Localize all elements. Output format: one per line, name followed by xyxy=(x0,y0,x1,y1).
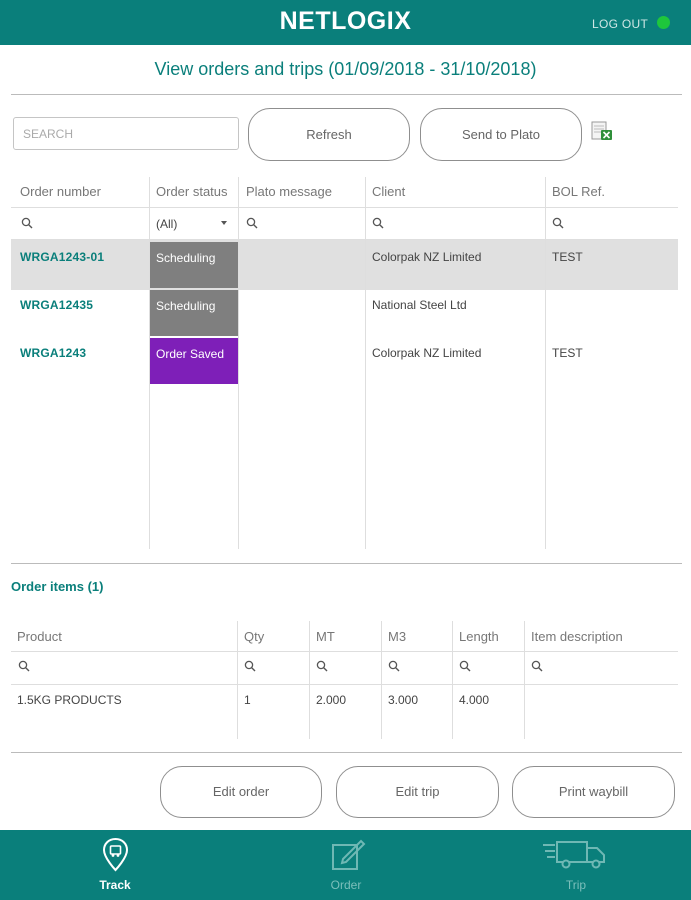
page-title: View orders and trips (01/09/2018 - 31/1… xyxy=(154,59,537,79)
column-header-order-status[interactable]: Order status xyxy=(156,184,228,199)
column-header-length[interactable]: Length xyxy=(459,629,499,644)
search-icon[interactable] xyxy=(388,660,400,672)
client-cell: Colorpak NZ Limited xyxy=(372,250,482,264)
column-divider xyxy=(309,621,310,739)
edit-icon xyxy=(332,839,366,870)
status-badge: Scheduling xyxy=(150,242,238,288)
column-header-product[interactable]: Product xyxy=(17,629,62,644)
nav-item-order[interactable]: Order xyxy=(286,830,406,900)
status-badge: Order Saved xyxy=(150,338,238,384)
bol-ref-cell: TEST xyxy=(552,250,583,264)
nav-item-trip[interactable]: Trip xyxy=(516,830,636,900)
order-number-cell[interactable]: WRGA1243 xyxy=(20,346,86,360)
length-cell: 4.000 xyxy=(459,693,490,707)
column-header-plato-message[interactable]: Plato message xyxy=(246,184,332,199)
search-icon[interactable] xyxy=(459,660,471,672)
search-icon[interactable] xyxy=(244,660,256,672)
top-bar: NETLOGIX LOG OUT xyxy=(0,0,691,45)
mt-cell: 2.000 xyxy=(316,693,347,707)
actions-divider xyxy=(11,752,682,753)
refresh-button[interactable]: Refresh xyxy=(248,108,410,161)
nav-item-track[interactable]: Track xyxy=(55,830,175,900)
search-icon[interactable] xyxy=(552,217,564,229)
filter-divider xyxy=(11,684,678,685)
nav-label-track: Track xyxy=(99,878,131,892)
column-divider xyxy=(381,621,382,739)
product-cell: 1.5KG PRODUCTS xyxy=(17,693,122,707)
search-input[interactable] xyxy=(13,117,239,150)
status-filter-value: (All) xyxy=(156,217,178,231)
column-divider xyxy=(545,177,546,549)
column-divider xyxy=(238,177,239,549)
header-divider xyxy=(11,207,678,208)
nav-label-trip: Trip xyxy=(565,878,587,892)
order-items-title: Order items (1) xyxy=(11,579,104,594)
header-divider xyxy=(11,651,678,652)
status-text: Scheduling xyxy=(156,299,216,313)
column-divider xyxy=(237,621,238,739)
search-icon[interactable] xyxy=(372,217,384,229)
order-number-cell[interactable]: WRGA12435 xyxy=(20,298,93,312)
qty-cell: 1 xyxy=(244,693,251,707)
section-divider xyxy=(11,563,682,564)
status-text: Scheduling xyxy=(156,251,216,265)
search-icon[interactable] xyxy=(18,660,30,672)
excel-export-icon[interactable] xyxy=(591,121,613,141)
m3-cell: 3.000 xyxy=(388,693,419,707)
column-header-order-number[interactable]: Order number xyxy=(20,184,101,199)
client-cell: Colorpak NZ Limited xyxy=(372,346,482,360)
location-pin-icon xyxy=(102,837,129,872)
print-waybill-button[interactable]: Print waybill xyxy=(512,766,675,818)
order-number-cell[interactable]: WRGA1243-01 xyxy=(20,250,104,264)
column-header-item-description[interactable]: Item description xyxy=(531,629,623,644)
chevron-down-icon xyxy=(221,221,227,225)
selected-row-highlight xyxy=(11,240,678,290)
nav-label-order: Order xyxy=(330,878,362,892)
edit-order-button[interactable]: Edit order xyxy=(160,766,322,818)
status-filter-select[interactable]: (All) xyxy=(150,208,238,238)
logout-button[interactable]: LOG OUT xyxy=(592,17,648,31)
status-badge: Scheduling xyxy=(150,290,238,336)
column-divider xyxy=(452,621,453,739)
client-cell: National Steel Ltd xyxy=(372,298,467,312)
truck-icon xyxy=(543,841,605,869)
send-to-plato-button[interactable]: Send to Plato xyxy=(420,108,582,161)
status-text: Order Saved xyxy=(156,347,225,361)
brand-title: NETLOGIX xyxy=(279,7,412,35)
connection-status-indicator xyxy=(657,16,670,29)
column-header-mt[interactable]: MT xyxy=(316,629,335,644)
column-divider xyxy=(524,621,525,739)
edit-trip-button[interactable]: Edit trip xyxy=(336,766,499,818)
search-icon[interactable] xyxy=(246,217,258,229)
search-icon[interactable] xyxy=(316,660,328,672)
column-header-qty[interactable]: Qty xyxy=(244,629,264,644)
search-icon[interactable] xyxy=(21,217,33,229)
column-header-m3[interactable]: M3 xyxy=(388,629,406,644)
column-header-client[interactable]: Client xyxy=(372,184,405,199)
column-header-bol-ref[interactable]: BOL Ref. xyxy=(552,184,605,199)
title-divider xyxy=(11,94,682,95)
bol-ref-cell: TEST xyxy=(552,346,583,360)
search-icon[interactable] xyxy=(531,660,543,672)
bottom-navigation: Track Order Trip xyxy=(0,830,691,900)
column-divider xyxy=(365,177,366,549)
